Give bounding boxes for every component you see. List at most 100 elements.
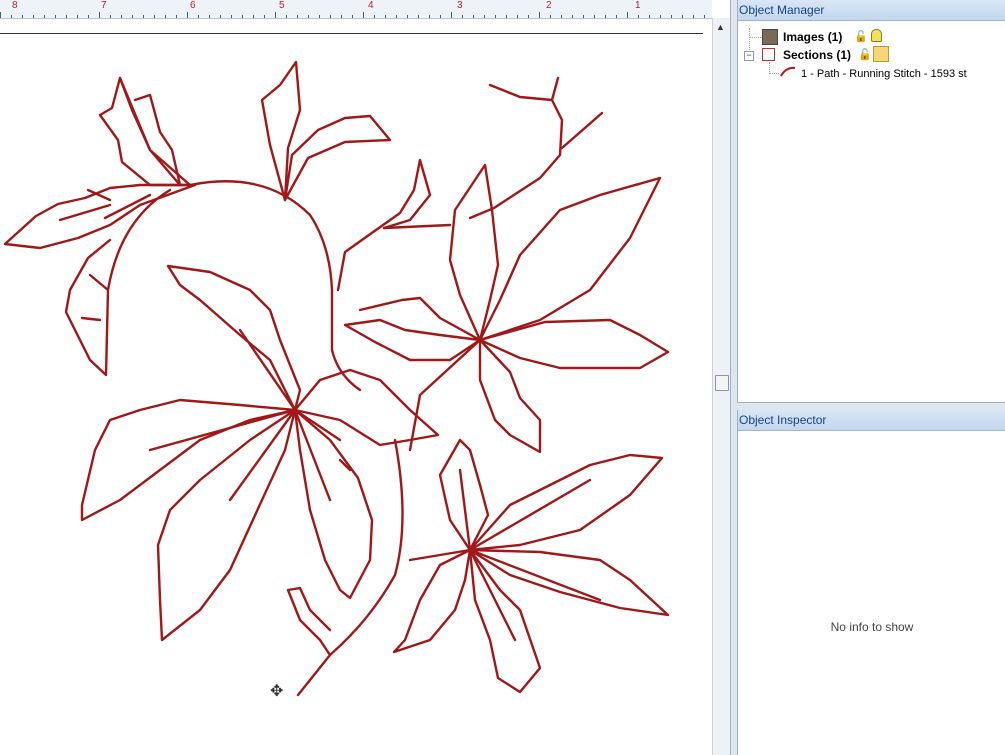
object-manager-panel: Object Manager Images (1) 🔓 − Sections (… <box>737 0 1005 402</box>
ruler-tick <box>121 15 122 18</box>
ruler-tick <box>605 15 606 18</box>
ruler-tick <box>363 12 364 18</box>
ruler-tick <box>352 15 353 18</box>
ruler-tick <box>11 15 12 18</box>
tree-item-sections[interactable]: Sections (1) <box>783 46 851 64</box>
ruler-tick <box>506 15 507 18</box>
ruler-tick <box>451 12 452 18</box>
ruler-tick <box>473 15 474 18</box>
ruler-tick <box>374 15 375 18</box>
ruler-tick <box>550 15 551 18</box>
collapse-toggle[interactable]: − <box>744 51 754 61</box>
ruler-tick <box>231 15 232 18</box>
ruler-tick <box>0 12 1 18</box>
ruler-tick <box>693 15 694 18</box>
lock-icon[interactable]: 🔓 <box>858 48 872 61</box>
tree-item-label: Images (1) <box>783 30 843 44</box>
ruler-tick <box>528 15 529 18</box>
ruler-tick <box>286 15 287 18</box>
ruler-tick <box>308 15 309 18</box>
ruler-tick <box>561 15 562 18</box>
ruler-tick <box>165 15 166 18</box>
ruler-tick <box>572 15 573 18</box>
vertical-scrollbar[interactable]: ▲ <box>712 18 730 755</box>
ruler-tick <box>77 15 78 18</box>
ruler-tick <box>110 15 111 18</box>
ruler-tick <box>275 12 276 18</box>
ruler-tick <box>253 15 254 18</box>
ruler-tick <box>682 15 683 18</box>
ruler-tick <box>297 15 298 18</box>
empty-state-text: No info to show <box>830 620 914 634</box>
ruler-tick <box>209 15 210 18</box>
ruler-label: 7 <box>101 0 107 11</box>
bulb-icon[interactable] <box>871 29 882 42</box>
ruler-tick <box>704 15 705 18</box>
ruler-tick <box>55 15 56 18</box>
ruler-tick <box>66 15 67 18</box>
ruler-tick <box>385 15 386 18</box>
ruler-tick <box>495 15 496 18</box>
ruler-tick <box>440 15 441 18</box>
object-manager-title: Object Manager <box>738 0 1005 21</box>
ruler-tick <box>671 15 672 18</box>
ruler-tick <box>407 15 408 18</box>
ruler-tick <box>583 15 584 18</box>
ruler-tick <box>616 15 617 18</box>
ruler-tick <box>319 15 320 18</box>
ruler-tick <box>660 15 661 18</box>
object-inspector-panel: Object Inspector No info to show <box>737 410 1005 755</box>
ruler-tick <box>22 15 23 18</box>
ruler-tick <box>264 15 265 18</box>
lock-icon[interactable]: 🔓 <box>854 30 868 43</box>
ruler-tick <box>462 15 463 18</box>
scroll-thumb[interactable] <box>715 375 729 391</box>
bulb-icon-active[interactable] <box>873 46 889 62</box>
move-cursor-icon: ✥ <box>270 683 284 700</box>
ruler-tick <box>176 15 177 18</box>
ruler-tick <box>132 15 133 18</box>
tree-line <box>769 73 779 74</box>
ruler-tick <box>220 15 221 18</box>
path-stitch-icon <box>780 66 796 77</box>
ruler-tick <box>517 15 518 18</box>
ruler-tick <box>484 15 485 18</box>
ruler-tick <box>330 15 331 18</box>
ruler-tick <box>154 15 155 18</box>
ruler-label: 6 <box>190 0 196 11</box>
ruler-tick <box>198 15 199 18</box>
ruler-tick <box>418 15 419 18</box>
ruler-tick <box>594 15 595 18</box>
tree-line <box>749 37 761 38</box>
ruler-tick <box>33 15 34 18</box>
ruler-tick <box>242 15 243 18</box>
ruler-tick <box>627 12 628 18</box>
ruler-tick <box>44 15 45 18</box>
ruler-tick <box>429 15 430 18</box>
scroll-up-arrow-icon[interactable]: ▲ <box>716 22 725 32</box>
tree-item-label: Sections (1) <box>783 48 852 62</box>
ruler-tick <box>649 15 650 18</box>
ruler-label: 4 <box>368 0 374 11</box>
ruler-label: 8 <box>12 0 18 11</box>
ruler-label: 2 <box>546 0 552 11</box>
section-icon <box>762 48 775 61</box>
ruler-tick <box>539 12 540 18</box>
design-canvas[interactable]: ✥ <box>0 19 703 755</box>
ruler-label: 1 <box>635 0 641 11</box>
ruler-label: 5 <box>279 0 285 11</box>
tree-item-label: 1 - Path - Running Stitch - 1593 st <box>801 68 967 80</box>
ruler-tick <box>99 12 100 18</box>
object-inspector-title: Object Inspector <box>738 410 1005 431</box>
ruler-tick <box>143 15 144 18</box>
ruler-tick <box>396 15 397 18</box>
embroidery-design[interactable] <box>0 19 703 755</box>
ruler-tick <box>341 15 342 18</box>
ruler-tick <box>638 15 639 18</box>
ruler-tick <box>88 15 89 18</box>
ruler-tick <box>187 12 188 18</box>
image-icon <box>762 29 778 45</box>
tree-item-images[interactable]: Images (1) <box>783 28 842 46</box>
tree-item-path[interactable]: 1 - Path - Running Stitch - 1593 st <box>801 64 967 82</box>
ruler-label: 3 <box>457 0 463 11</box>
